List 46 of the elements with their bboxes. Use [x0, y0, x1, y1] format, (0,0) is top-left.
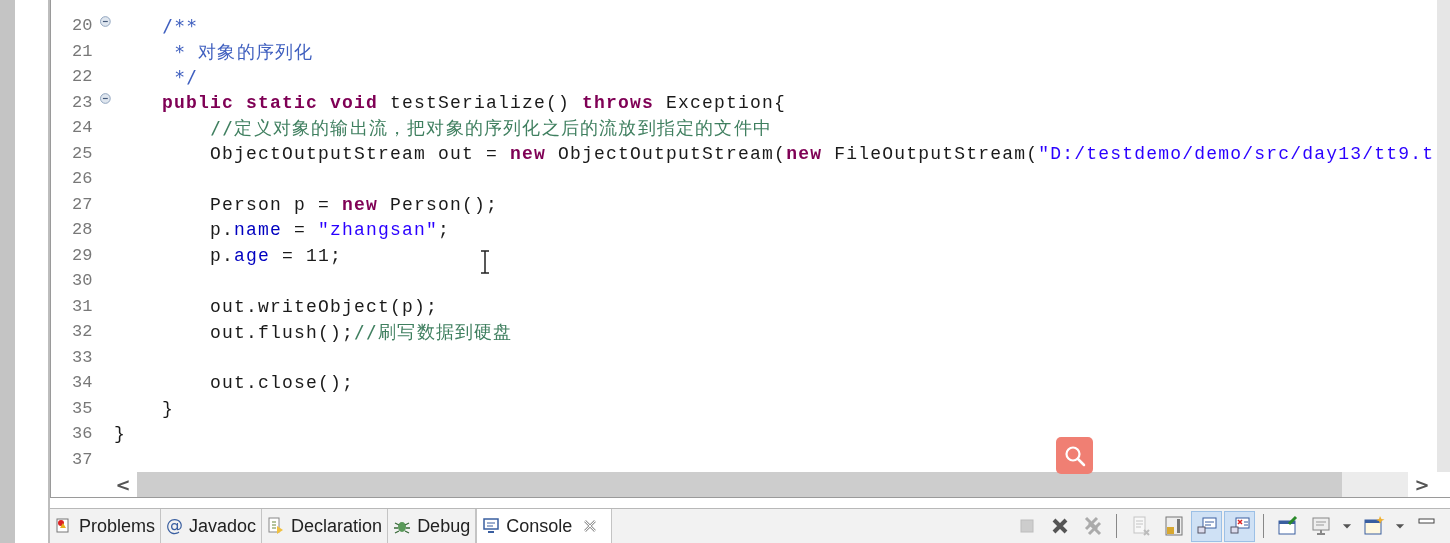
- code-line: * 对象的序列化: [173, 42, 314, 63]
- code-line: public static void testSerialize() throws Exception{: [161, 92, 787, 113]
- at-sign-icon: @: [166, 513, 184, 539]
- console-output-icon[interactable]: [1191, 510, 1222, 542]
- code-line: }: [114, 424, 126, 444]
- line-number: 21: [71, 40, 94, 63]
- line-number: 24: [71, 117, 94, 139]
- code-line: /**: [161, 17, 199, 37]
- scroll-right-button[interactable]: >: [1408, 472, 1436, 497]
- line-number: 22: [71, 66, 94, 88]
- console-error-icon[interactable]: [1224, 510, 1255, 542]
- line-number: 20: [71, 15, 94, 37]
- code-line: Person p = new Person();: [209, 194, 499, 215]
- search-icon: [1063, 444, 1086, 467]
- code-line: out.writeObject(p);: [209, 296, 439, 317]
- line-number: 29: [71, 244, 94, 267]
- line-number: 34: [71, 372, 94, 394]
- text-cursor-icon: [479, 250, 491, 274]
- scroll-left-button[interactable]: <: [109, 472, 137, 497]
- code-line: p.name = "zhangsan";: [209, 220, 451, 240]
- line-number: 36: [71, 423, 94, 445]
- code-line: out.close();: [209, 373, 355, 393]
- line-number: 23: [71, 91, 94, 114]
- console-icon: [482, 517, 501, 535]
- code-line: p.age = 11;: [209, 245, 343, 266]
- code-line: //定义对象的输出流，把对象的序列化之后的流放到指定的文件中: [209, 119, 772, 139]
- line-number: 35: [71, 397, 94, 420]
- line-number: 30: [71, 270, 94, 292]
- line-number: 33: [71, 346, 94, 369]
- panel-tab[interactable]: Console: [476, 509, 613, 543]
- line-number: 27: [71, 193, 94, 216]
- line-number: 31: [71, 295, 94, 318]
- code-line: */: [173, 68, 199, 88]
- line-number: 37: [71, 448, 94, 471]
- line-number: 25: [71, 142, 94, 165]
- vertical-scrollbar[interactable]: [1437, 0, 1450, 472]
- collapse-icon[interactable]: [100, 16, 111, 28]
- code-line: out.flush();//刷写数据到硬盘: [209, 323, 513, 343]
- code-line: ObjectOutputStream out = new ObjectOutputStream(new FileOutputStream("D:/testdemo/demo/src/day13/tt9.t: [209, 143, 1435, 164]
- line-number: 26: [71, 168, 94, 190]
- search-button[interactable]: [1056, 437, 1093, 474]
- line-number: 28: [71, 219, 94, 241]
- collapse-icon[interactable]: [100, 92, 111, 104]
- code-line: }: [161, 398, 174, 419]
- line-number: 32: [71, 321, 94, 343]
- close-icon[interactable]: [584, 520, 597, 532]
